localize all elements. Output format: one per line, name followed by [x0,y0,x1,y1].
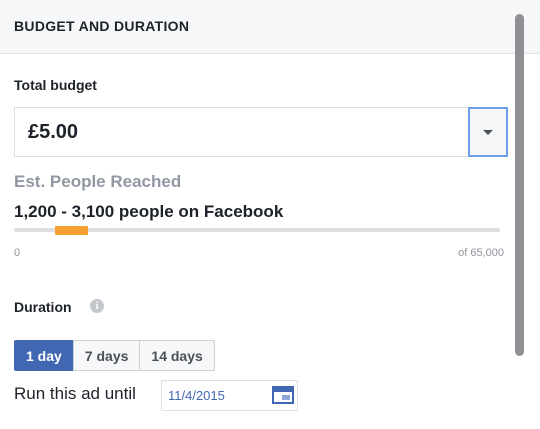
duration-14-days-button[interactable]: 14 days [139,340,215,371]
reach-min-label: 0 [14,247,21,259]
duration-1-day-button[interactable]: 1 day [14,340,74,371]
end-date-field[interactable] [161,380,298,411]
duration-options: 1 day 7 days 14 days [14,340,215,371]
est-reach-range: 1,200 - 3,100 people on Facebook [14,202,284,221]
reach-max-label: of 65,000 [458,247,504,259]
calendar-icon[interactable] [272,386,294,404]
chevron-down-icon [483,129,493,135]
est-reach-title: Est. People Reached [14,172,182,191]
info-icon[interactable]: i [90,299,104,313]
total-budget-label: Total budget [14,77,97,93]
run-until-label: Run this ad until [14,384,136,403]
duration-label: Duration [14,299,72,315]
end-date-input[interactable] [162,381,262,410]
scrollbar-thumb[interactable] [515,14,524,356]
budget-field[interactable] [14,107,508,157]
budget-input[interactable] [15,108,471,156]
reach-range-marker [55,226,88,235]
budget-dropdown-button[interactable] [468,107,508,157]
panel-title: BUDGET AND DURATION [14,18,190,34]
panel-header: BUDGET AND DURATION [0,0,540,54]
duration-7-days-button[interactable]: 7 days [72,340,141,371]
